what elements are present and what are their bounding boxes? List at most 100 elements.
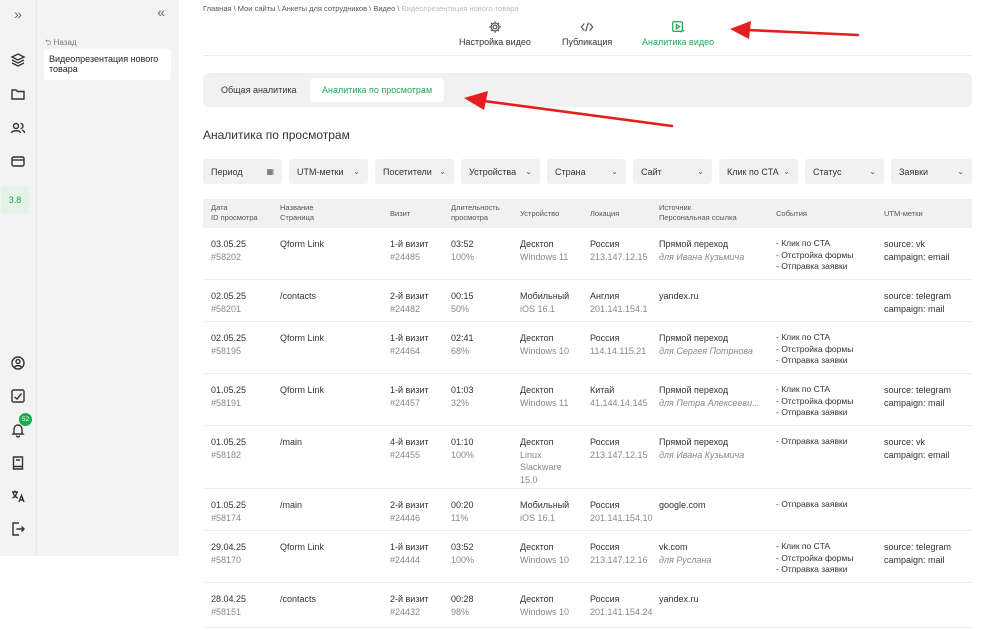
- layers-icon[interactable]: [6, 48, 30, 72]
- table-row[interactable]: 01.05.25 #58191 Qform Link 1-й визит #24457 0…: [203, 374, 972, 426]
- visit-number: 2-й визит: [390, 291, 429, 301]
- table-cell: 02.05.25 #58201: [211, 290, 246, 315]
- view-date: 01.05.25: [211, 500, 247, 510]
- table-cell: - Клик по CTA - Отстройка формы - Отправка…: [776, 541, 853, 576]
- chart-check-icon[interactable]: [6, 384, 30, 408]
- filter-dropdown[interactable]: Сайт ⌄: [633, 159, 712, 184]
- filter-dropdown[interactable]: Устройства ⌄: [461, 159, 540, 184]
- os: iOS 16.1: [520, 303, 556, 314]
- utm-tag: source: telegram: [884, 385, 952, 395]
- table-cell: source: vk campaign: email: [884, 436, 950, 461]
- visit-number: 1-й визит: [390, 239, 429, 249]
- book-icon[interactable]: [6, 451, 30, 475]
- column-header[interactable]: Название Страница: [280, 203, 314, 223]
- column-header[interactable]: Устройство: [520, 209, 559, 219]
- column-header[interactable]: Локация: [590, 209, 619, 219]
- personal-link[interactable]: для Сергея Потрнова: [659, 345, 753, 358]
- filter-dropdown[interactable]: Статус ⌄: [805, 159, 884, 184]
- traffic-source: Прямой переход: [659, 333, 729, 343]
- table-row[interactable]: 02.05.25 #58201/contacts 2-й визит #24482 00…: [203, 280, 972, 322]
- notification-count: 52: [19, 413, 32, 426]
- back-label: Назад: [53, 38, 77, 47]
- event-item: - Отправка заявки: [776, 436, 848, 446]
- tab-video-analytics[interactable]: Аналитика видео: [642, 20, 714, 47]
- user-circle-icon[interactable]: [6, 351, 30, 375]
- table-cell: Россия 213.147.12.15: [590, 436, 648, 461]
- device: Десктоп: [520, 594, 554, 604]
- table-cell: Десктоп Windows 10: [520, 541, 580, 566]
- tab-video-settings[interactable]: Настройка видео: [459, 20, 531, 47]
- bell-icon[interactable]: 52: [6, 413, 32, 442]
- column-header[interactable]: Источник Персональная ссылка: [659, 203, 737, 223]
- table-cell: 01:03 32%: [451, 384, 474, 409]
- users-icon[interactable]: [6, 116, 30, 140]
- logout-icon[interactable]: [6, 517, 30, 541]
- table-cell: Qform Link: [280, 541, 324, 554]
- breadcrumb: Главная \ Мои сайты \ Анкеты для сотрудн…: [203, 4, 519, 13]
- personal-link[interactable]: для Руслана: [659, 554, 711, 567]
- page-name: /main: [280, 437, 303, 447]
- breadcrumb-path[interactable]: Главная \ Мои сайты \ Анкеты для сотрудн…: [203, 4, 402, 13]
- device: Десктоп: [520, 542, 554, 552]
- folder-icon[interactable]: [6, 82, 30, 106]
- filter-dropdown[interactable]: Посетители ⌄: [375, 159, 454, 184]
- personal-link[interactable]: для Ивана Кузьмича: [659, 251, 744, 264]
- table-cell: yandex.ru: [659, 290, 699, 303]
- view-percent: 68%: [451, 345, 470, 356]
- filter-dropdown[interactable]: Страна ⌄: [547, 159, 626, 184]
- view-id: #58191: [211, 397, 242, 408]
- column-header[interactable]: Визит: [390, 209, 410, 219]
- traffic-source: Прямой переход: [659, 385, 729, 395]
- table-row[interactable]: 01.05.25 #58182/main 4-й визит #24455 01:10 1…: [203, 426, 972, 489]
- table-cell: 01.05.25 #58182: [211, 436, 246, 461]
- table-cell: yandex.ru: [659, 593, 699, 606]
- column-header[interactable]: Дата ID просмотра: [211, 203, 258, 223]
- table-cell: - Отправка заявки: [776, 499, 847, 511]
- tabs-divider: [203, 55, 972, 56]
- column-header[interactable]: События: [776, 209, 807, 219]
- personal-link[interactable]: для Ивана Кузьмича: [659, 449, 744, 462]
- event-item: - Клик по CTA: [776, 238, 830, 248]
- table-cell: 01.05.25 #58191: [211, 384, 246, 409]
- os: Windows 11: [520, 251, 569, 262]
- event-item: - Клик по CTA: [776, 541, 830, 551]
- column-header[interactable]: UTM-метки: [884, 209, 923, 219]
- translate-icon[interactable]: [6, 484, 30, 508]
- expand-icon[interactable]: »: [6, 2, 30, 26]
- table-cell: 1-й визит #24464: [390, 332, 429, 357]
- column-header-line: просмотра: [451, 213, 489, 222]
- filter-dropdown[interactable]: UTM-метки ⌄: [289, 159, 368, 184]
- table-row[interactable]: 01.05.25 #58174/main 2-й визит #24446 00:20 1…: [203, 489, 972, 531]
- view-date: 28.04.25: [211, 594, 247, 604]
- column-header[interactable]: Длительность просмотра: [451, 203, 500, 223]
- calendar-icon: ▦: [266, 167, 274, 176]
- utm-tag: source: telegram: [884, 291, 952, 301]
- traffic-source: Прямой переход: [659, 437, 729, 447]
- table-row[interactable]: 29.04.25 #58170 Qform Link 1-й визит #24444 0…: [203, 531, 972, 583]
- table-cell: 00:15 50%: [451, 290, 474, 315]
- filter-dropdown[interactable]: Заявки ⌄: [891, 159, 972, 184]
- event-item: - Отстройка формы: [776, 552, 854, 563]
- os: iOS 16.1: [520, 512, 556, 523]
- table-row[interactable]: 28.04.25 #58151/contacts 2-й визит #24432 00…: [203, 583, 972, 628]
- project-card[interactable]: Видеопрезентация нового товара: [44, 49, 171, 80]
- video-analytics-icon: [672, 21, 685, 33]
- tab-publication[interactable]: Публикация: [562, 20, 612, 47]
- table-cell: source: telegram campaign: mail: [884, 384, 951, 409]
- gear-icon: [489, 21, 501, 33]
- table-cell: Прямой переход для Ивана Кузьмича: [659, 238, 744, 263]
- view-id: #58195: [211, 345, 242, 356]
- project-panel: « ⮌ Назад Видеопрезентация нового товара: [37, 0, 179, 556]
- personal-link[interactable]: для Петра Алексееви...: [659, 397, 760, 410]
- traffic-source: Прямой переход: [659, 239, 729, 249]
- subtab-general[interactable]: Общая аналитика: [209, 78, 309, 102]
- event-item: - Отправка заявки: [776, 407, 848, 417]
- wallet-icon[interactable]: [6, 149, 30, 173]
- subtab-by-views[interactable]: Аналитика по просмотрам: [310, 78, 445, 102]
- table-row[interactable]: 03.05.25 #58202 Qform Link 1-й визит #24485 0…: [203, 228, 972, 280]
- filter-dropdown[interactable]: Период ▦: [203, 159, 282, 184]
- collapse-icon[interactable]: «: [157, 4, 165, 20]
- filter-dropdown[interactable]: Клик по CTA ⌄: [719, 159, 798, 184]
- view-percent: 100%: [451, 449, 475, 460]
- table-row[interactable]: 02.05.25 #58195 Qform Link 1-й визит #24464 0…: [203, 322, 972, 374]
